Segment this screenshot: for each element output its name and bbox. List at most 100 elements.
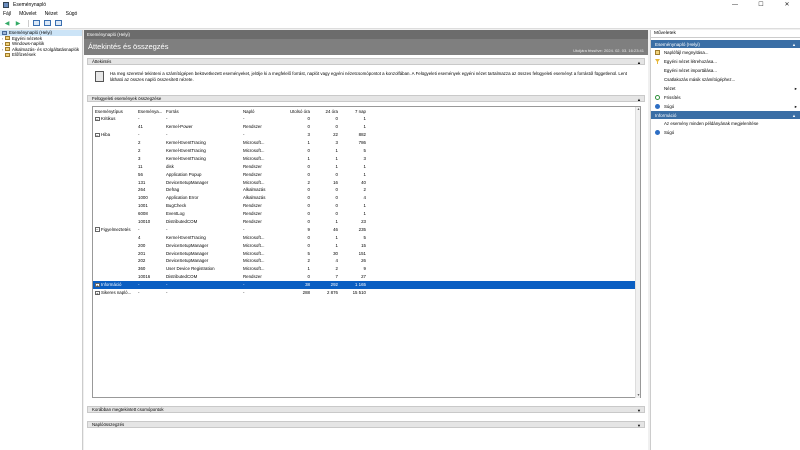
forward-arrow-icon[interactable]: ▶ <box>14 19 22 27</box>
table-row[interactable]: 11 disk Rendszer 0 1 1 <box>93 162 636 170</box>
col-header-event-id[interactable]: Eseménya... <box>136 107 164 115</box>
table-row[interactable]: 56 Application Popup Rendszer 0 0 1 <box>93 170 636 178</box>
expand-icon[interactable]: ▼ <box>637 407 641 414</box>
tree-item-app-service-logs[interactable]: › Alkalmazás- és szolgáltatásnaplók <box>0 47 82 53</box>
collapse-icon[interactable]: − <box>95 227 100 232</box>
table-row[interactable]: 131 DeviceSetupManager Microsoft... 2 16 40 <box>93 178 636 186</box>
action-item[interactable]: Egyéni nézet létrehozása... <box>651 57 800 66</box>
section-recent-nodes[interactable]: Korábban megtekintett csomópontok ▼ <box>87 406 645 413</box>
section-overview[interactable]: Áttekintés ▲ <box>87 58 645 65</box>
table-cell: 26 <box>361 258 366 264</box>
table-cell: - <box>138 282 140 288</box>
table-group-row[interactable]: − Kritikus - - - 0 0 1 <box>93 115 636 123</box>
table-group-row[interactable]: + Információ - - - 38 292 1 165 <box>93 280 636 289</box>
table-cell: Kritikus <box>101 116 116 122</box>
menu-file[interactable]: Fájl <box>3 11 11 17</box>
table-cell: - <box>138 116 140 122</box>
table-cell: 1 <box>335 234 338 240</box>
table-row[interactable]: 202 DeviceSetupManager Microsoft... 2 4 26 <box>93 257 636 265</box>
vertical-scrollbar[interactable]: ▲ ▼ <box>635 107 640 398</box>
table-cell: EventLog <box>166 211 185 217</box>
help-icon[interactable] <box>43 19 51 27</box>
collapse-icon[interactable]: ▲ <box>792 42 796 47</box>
table-group-row[interactable]: − Figyelmeztetés - - - 9 46 235 <box>93 225 636 233</box>
action-item[interactable]: Csatlakozás másik számítógéphez... <box>651 75 800 84</box>
overview-panel: Ha meg szeretné tekinteni a számítógépen… <box>92 69 637 91</box>
col-header-log[interactable]: Napló <box>241 107 277 115</box>
table-cell: 0 <box>307 148 310 153</box>
action-item[interactable]: Egyéni nézet importálása... <box>651 66 800 75</box>
collapse-icon[interactable]: ▲ <box>637 96 641 103</box>
table-cell: Figyelmeztetés <box>101 226 131 232</box>
maximize-button[interactable]: ☐ <box>748 0 774 10</box>
title-bar: Eseménynapló — ☐ ✕ <box>0 0 800 10</box>
actions-section-local[interactable]: Eseménynapló (Helyi) ▲ <box>651 40 800 48</box>
table-cell: Application Error <box>166 195 199 201</box>
section-admin-summary[interactable]: Felügyeleti események összegzése ▲ <box>87 95 645 102</box>
table-row[interactable]: 360 User Device Registration Microsoft... 1… <box>93 265 636 273</box>
col-header-last-hour[interactable]: Utolsó óra <box>277 107 314 115</box>
table-cell: Sikeres napló... <box>101 289 132 295</box>
table-row[interactable]: 6008 EventLog Rendszer 0 0 1 <box>93 210 636 218</box>
section-log-summary[interactable]: Naplóösszegzés ▼ <box>87 421 645 428</box>
tree-item-subscriptions[interactable]: Előfizetések <box>0 52 82 58</box>
table-cell: 2 <box>138 148 141 153</box>
col-header-event-type[interactable]: Eseménytípus <box>93 107 136 115</box>
minimize-button[interactable]: — <box>722 0 748 10</box>
show-hide-action-pane-icon[interactable] <box>54 19 62 27</box>
collapse-icon[interactable]: − <box>95 132 100 138</box>
table-cell: 9 <box>307 226 310 232</box>
table-cell: Microsoft... <box>243 266 265 272</box>
table-group-row[interactable]: + Sikeres napló... - - -288 2 876 15 510 <box>93 289 636 297</box>
table-row[interactable]: 201 DeviceSetupManager Microsoft... 5 30 151 <box>93 249 636 257</box>
table-cell: 0 <box>335 124 338 130</box>
table-row[interactable]: 2 Kernel-EventTracing Microsoft... 1 3 786 <box>93 139 636 147</box>
table-cell: - <box>138 290 140 296</box>
table-cell: 22 <box>333 132 338 138</box>
action-label: Naplófájl megnyitása... <box>664 50 709 55</box>
col-header-source[interactable]: Forrás <box>164 107 241 115</box>
scroll-up-icon[interactable]: ▲ <box>636 107 641 112</box>
action-item[interactable]: Súgó <box>651 128 800 137</box>
refresh-icon <box>655 95 660 100</box>
table-row[interactable]: 3 Kernel-EventTracing Microsoft... 1 1 3 <box>93 154 636 162</box>
action-item[interactable]: Az esemény minden példányának megjelenít… <box>651 119 800 128</box>
table-cell: DeviceSetupManager <box>166 258 209 264</box>
table-row[interactable]: 1001 BugCheck Rendszer 0 0 1 <box>93 202 636 210</box>
col-header-24-hours[interactable]: 24 óra <box>314 107 342 115</box>
collapse-icon[interactable]: ▲ <box>637 59 641 66</box>
actions-section-information[interactable]: Információ ▲ <box>651 111 800 119</box>
show-hide-tree-icon[interactable] <box>32 19 40 27</box>
back-arrow-icon[interactable]: ◀ <box>3 19 11 27</box>
table-row[interactable]: 1000 Application Error Alkalmazás 0 0 4 <box>93 194 636 202</box>
close-button[interactable]: ✕ <box>774 0 800 10</box>
col-header-7-days[interactable]: 7 nap <box>342 107 370 115</box>
action-item[interactable]: Frissítés <box>651 93 800 102</box>
action-item[interactable]: Nézet ▸ <box>651 84 800 93</box>
action-item[interactable]: Naplófájl megnyitása... <box>651 48 800 57</box>
table-cell: 0 <box>307 211 310 217</box>
table-row[interactable]: 41 Kernel-Power Rendszer 0 0 1 <box>93 123 636 131</box>
summary-table: Eseménytípus Eseménya... Forrás Napló Ut… <box>93 107 636 296</box>
collapse-icon[interactable]: − <box>95 116 100 122</box>
table-row[interactable]: 10010 DistributedCOM Rendszer 0 1 23 <box>93 218 636 226</box>
table-row[interactable]: 2 Kernel-EventTracing Microsoft... 0 1 5 <box>93 147 636 155</box>
menu-action[interactable]: Művelet <box>19 11 37 17</box>
expand-icon[interactable]: + <box>95 282 100 288</box>
menu-help[interactable]: Súgó <box>66 11 78 17</box>
table-row[interactable]: 264 Defrag Alkalmazás 0 0 2 <box>93 186 636 194</box>
action-item[interactable]: Súgó ▸ <box>651 102 800 111</box>
menu-view[interactable]: Nézet <box>45 11 58 17</box>
expand-icon[interactable]: + <box>95 290 100 296</box>
collapse-icon[interactable]: ▲ <box>792 113 796 118</box>
scroll-down-icon[interactable]: ▼ <box>636 393 641 398</box>
help-icon <box>655 104 660 109</box>
table-cell: 38 <box>305 282 310 288</box>
table-row[interactable]: 10016 DistributedCOM Rendszer 0 7 27 <box>93 273 636 281</box>
table-group-row[interactable]: − Hiba - - - 3 22 882 <box>93 131 636 139</box>
expand-icon[interactable]: ▼ <box>637 422 641 429</box>
admin-events-table: Eseménytípus Eseménya... Forrás Napló Ut… <box>92 106 641 398</box>
table-row[interactable]: 200 DeviceSetupManager Microsoft... 0 1 15 <box>93 241 636 249</box>
folder-icon <box>655 50 660 55</box>
table-row[interactable]: 4 Kernel-EventTracing Microsoft... 0 1 5 <box>93 233 636 241</box>
